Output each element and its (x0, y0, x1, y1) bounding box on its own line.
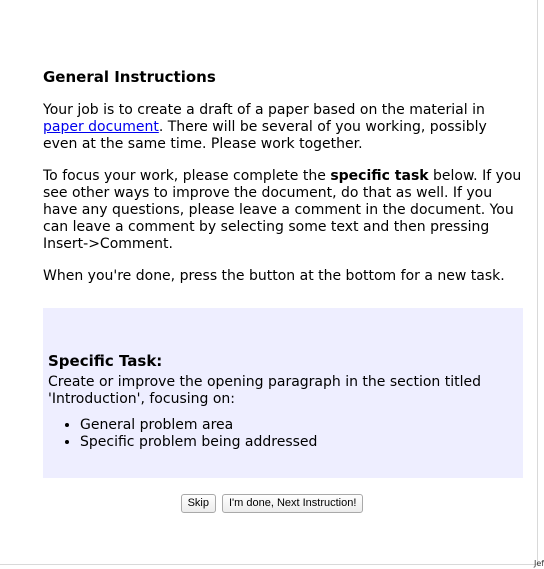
specific-task-description: Create or improve the opening paragraph … (48, 374, 481, 407)
intro-text-before-link: Your job is to create a draft of a paper… (43, 102, 485, 118)
next-instruction-button[interactable]: I'm done, Next Instruction! (221, 494, 364, 513)
general-instructions-heading: General Instructions (43, 68, 216, 86)
general-instructions: General Instructions Your job is to crea… (43, 68, 525, 300)
done-paragraph: When you're done, press the button at th… (43, 268, 505, 284)
focus-paragraph: To focus your work, please complete the … (43, 168, 525, 253)
action-buttons: Skip I'm done, Next Instruction! (0, 494, 544, 513)
intro-paragraph: Your job is to create a draft of a paper… (43, 102, 525, 153)
paper-document-link[interactable]: paper document (43, 119, 159, 135)
list-item: General problem area (80, 417, 520, 434)
skip-button[interactable]: Skip (180, 494, 216, 513)
specific-task-heading: Specific Task: (48, 352, 163, 370)
list-item: Specific problem being addressed (80, 434, 520, 451)
specific-task-emphasis: specific task (330, 168, 429, 184)
focus-text-before-bold: To focus your work, please complete the (43, 168, 331, 184)
specific-task-list: General problem area Specific problem be… (48, 417, 520, 451)
corner-label: Jef (534, 559, 544, 568)
specific-task-box: Specific Task: Create or improve the ope… (43, 308, 523, 478)
